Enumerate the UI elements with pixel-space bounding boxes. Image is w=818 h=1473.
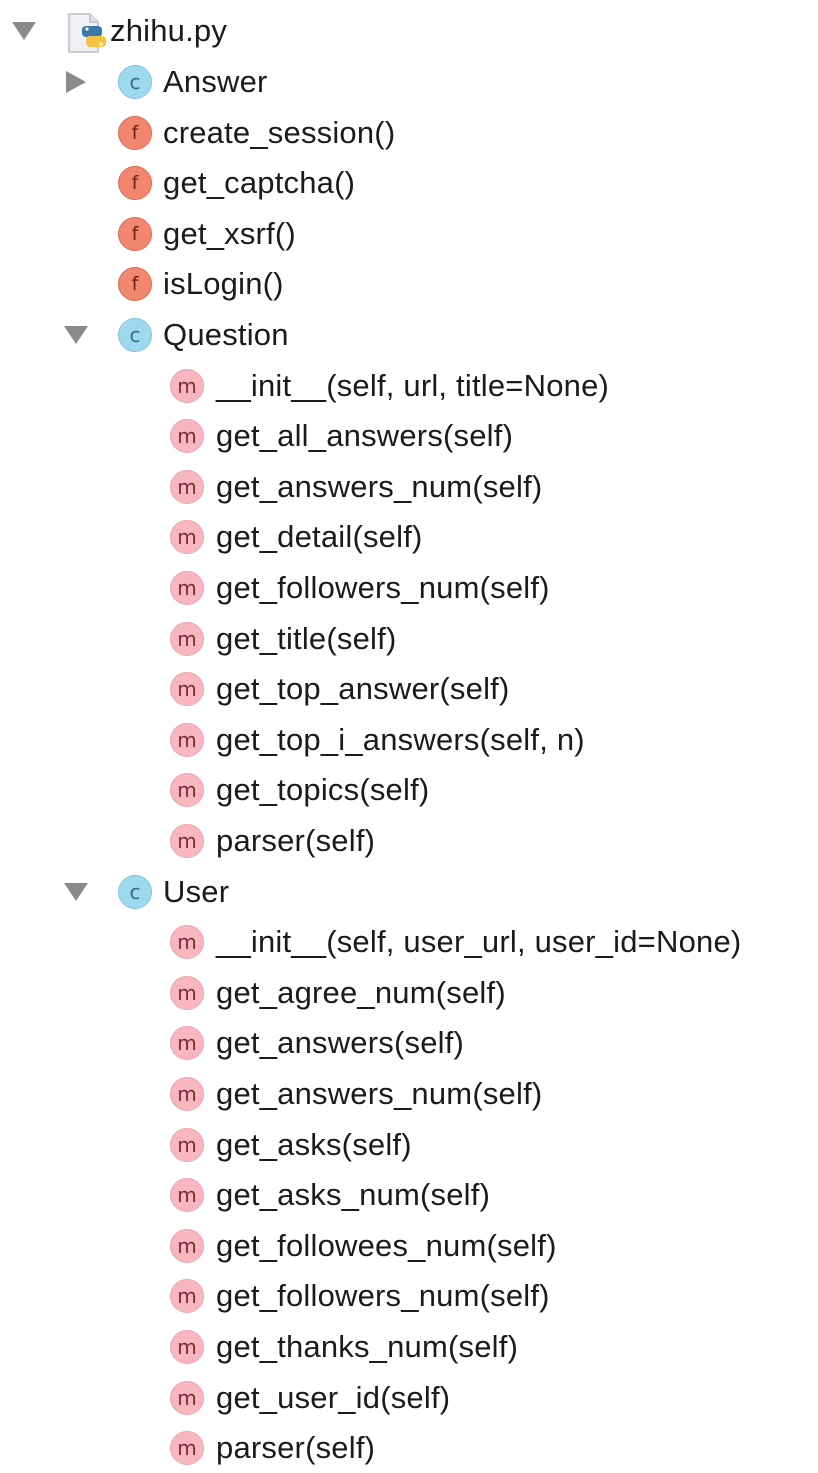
tree-row-function[interactable]: f get_captcha() [0,158,818,208]
tree-row-method[interactable]: m get_thanks_num(self) [0,1322,818,1372]
tree-row-method[interactable]: m get_top_i_answers(self, n) [0,715,818,765]
tree-row-method[interactable]: m get_followers_num(self) [0,1271,818,1321]
method-icon: m [170,470,204,504]
expand-arrow-icon[interactable] [12,22,36,40]
tree-item-label: get_answers(self) [216,1025,465,1060]
tree-row-method[interactable]: m get_followees_num(self) [0,1221,818,1271]
method-icon: m [170,419,204,453]
method-icon: m [170,773,204,807]
tree-item-label: parser(self) [216,823,376,858]
method-icon: m [170,976,204,1010]
method-icon: m [170,1279,204,1313]
tree-row-function[interactable]: f create_session() [0,108,818,158]
tree-row-file[interactable]: zhihu.py [0,6,818,56]
tree-row-class[interactable]: c Answer [0,57,818,107]
tree-row-function[interactable]: f isLogin() [0,259,818,309]
tree-row-function[interactable]: f get_xsrf() [0,209,818,259]
tree-item-label: get_followers_num(self) [216,570,550,605]
tree-row-method[interactable]: m parser(self) [0,816,818,866]
function-icon: f [118,267,152,301]
tree-row-method[interactable]: m get_asks(self) [0,1120,818,1170]
method-icon: m [170,723,204,757]
tree-row-method[interactable]: m get_agree_num(self) [0,968,818,1018]
expand-arrow-icon[interactable] [64,326,88,344]
tree-row-method[interactable]: m get_answers_num(self) [0,462,818,512]
tree-item-label: get_title(self) [216,621,397,656]
method-icon: m [170,622,204,656]
tree-item-label: get_answers_num(self) [216,469,543,504]
tree-row-method[interactable]: m get_detail(self) [0,512,818,562]
tree-item-label: Question [163,317,289,352]
function-icon: f [118,217,152,251]
method-icon: m [170,571,204,605]
tree-row-class[interactable]: c User [0,867,818,917]
tree-item-label: Answer [163,64,268,99]
python-file-icon [68,13,106,53]
method-icon: m [170,1431,204,1465]
tree-item-label: get_asks(self) [216,1127,412,1162]
method-icon: m [170,1330,204,1364]
collapse-arrow-icon[interactable] [66,71,86,93]
method-icon: m [170,1128,204,1162]
tree-row-method[interactable]: m get_followers_num(self) [0,563,818,613]
tree-item-label: get_followees_num(self) [216,1228,557,1263]
tree-row-method[interactable]: m get_user_id(self) [0,1373,818,1423]
tree-item-label: get_top_answer(self) [216,671,510,706]
method-icon: m [170,1229,204,1263]
method-icon: m [170,925,204,959]
file-name: zhihu.py [110,13,228,48]
tree-row-method[interactable]: m __init__(self, user_url, user_id=None) [0,917,818,967]
tree-item-label: get_detail(self) [216,519,423,554]
tree-item-label: isLogin() [163,266,284,301]
class-icon: c [118,875,152,909]
tree-row-method[interactable]: m get_asks_num(self) [0,1170,818,1220]
method-icon: m [170,824,204,858]
tree-item-label: get_all_answers(self) [216,418,514,453]
tree-row-method[interactable]: m get_answers(self) [0,1018,818,1068]
tree-item-label: get_top_i_answers(self, n) [216,722,585,757]
method-icon: m [170,672,204,706]
function-icon: f [118,116,152,150]
tree-row-class[interactable]: c Question [0,310,818,360]
expand-arrow-icon[interactable] [64,883,88,901]
tree-item-label: get_followers_num(self) [216,1278,550,1313]
tree-item-label: get_answers_num(self) [216,1076,543,1111]
tree-row-method[interactable]: m __init__(self, url, title=None) [0,361,818,411]
function-icon: f [118,166,152,200]
method-icon: m [170,520,204,554]
tree-row-method[interactable]: m get_top_answer(self) [0,664,818,714]
class-icon: c [118,65,152,99]
tree-item-label: get_xsrf() [163,216,296,251]
tree-row-method[interactable]: m get_title(self) [0,614,818,664]
method-icon: m [170,1381,204,1415]
method-icon: m [170,1178,204,1212]
tree-row-method[interactable]: m get_answers_num(self) [0,1069,818,1119]
tree-item-label: parser(self) [216,1430,376,1465]
tree-item-label: get_thanks_num(self) [216,1329,519,1364]
tree-item-label: get_user_id(self) [216,1380,451,1415]
method-icon: m [170,1077,204,1111]
tree-item-label: get_asks_num(self) [216,1177,491,1212]
tree-item-label: get_topics(self) [216,772,430,807]
method-icon: m [170,369,204,403]
tree-item-label: create_session() [163,115,396,150]
class-icon: c [118,318,152,352]
tree-item-label: get_agree_num(self) [216,975,506,1010]
tree-item-label: __init__(self, url, title=None) [216,368,610,403]
tree-item-label: __init__(self, user_url, user_id=None) [216,924,742,959]
tree-item-label: User [163,874,230,909]
tree-row-method[interactable]: m parser(self) [0,1423,818,1473]
tree-item-label: get_captcha() [163,165,356,200]
method-icon: m [170,1026,204,1060]
tree-row-method[interactable]: m get_all_answers(self) [0,411,818,461]
tree-row-method[interactable]: m get_topics(self) [0,765,818,815]
